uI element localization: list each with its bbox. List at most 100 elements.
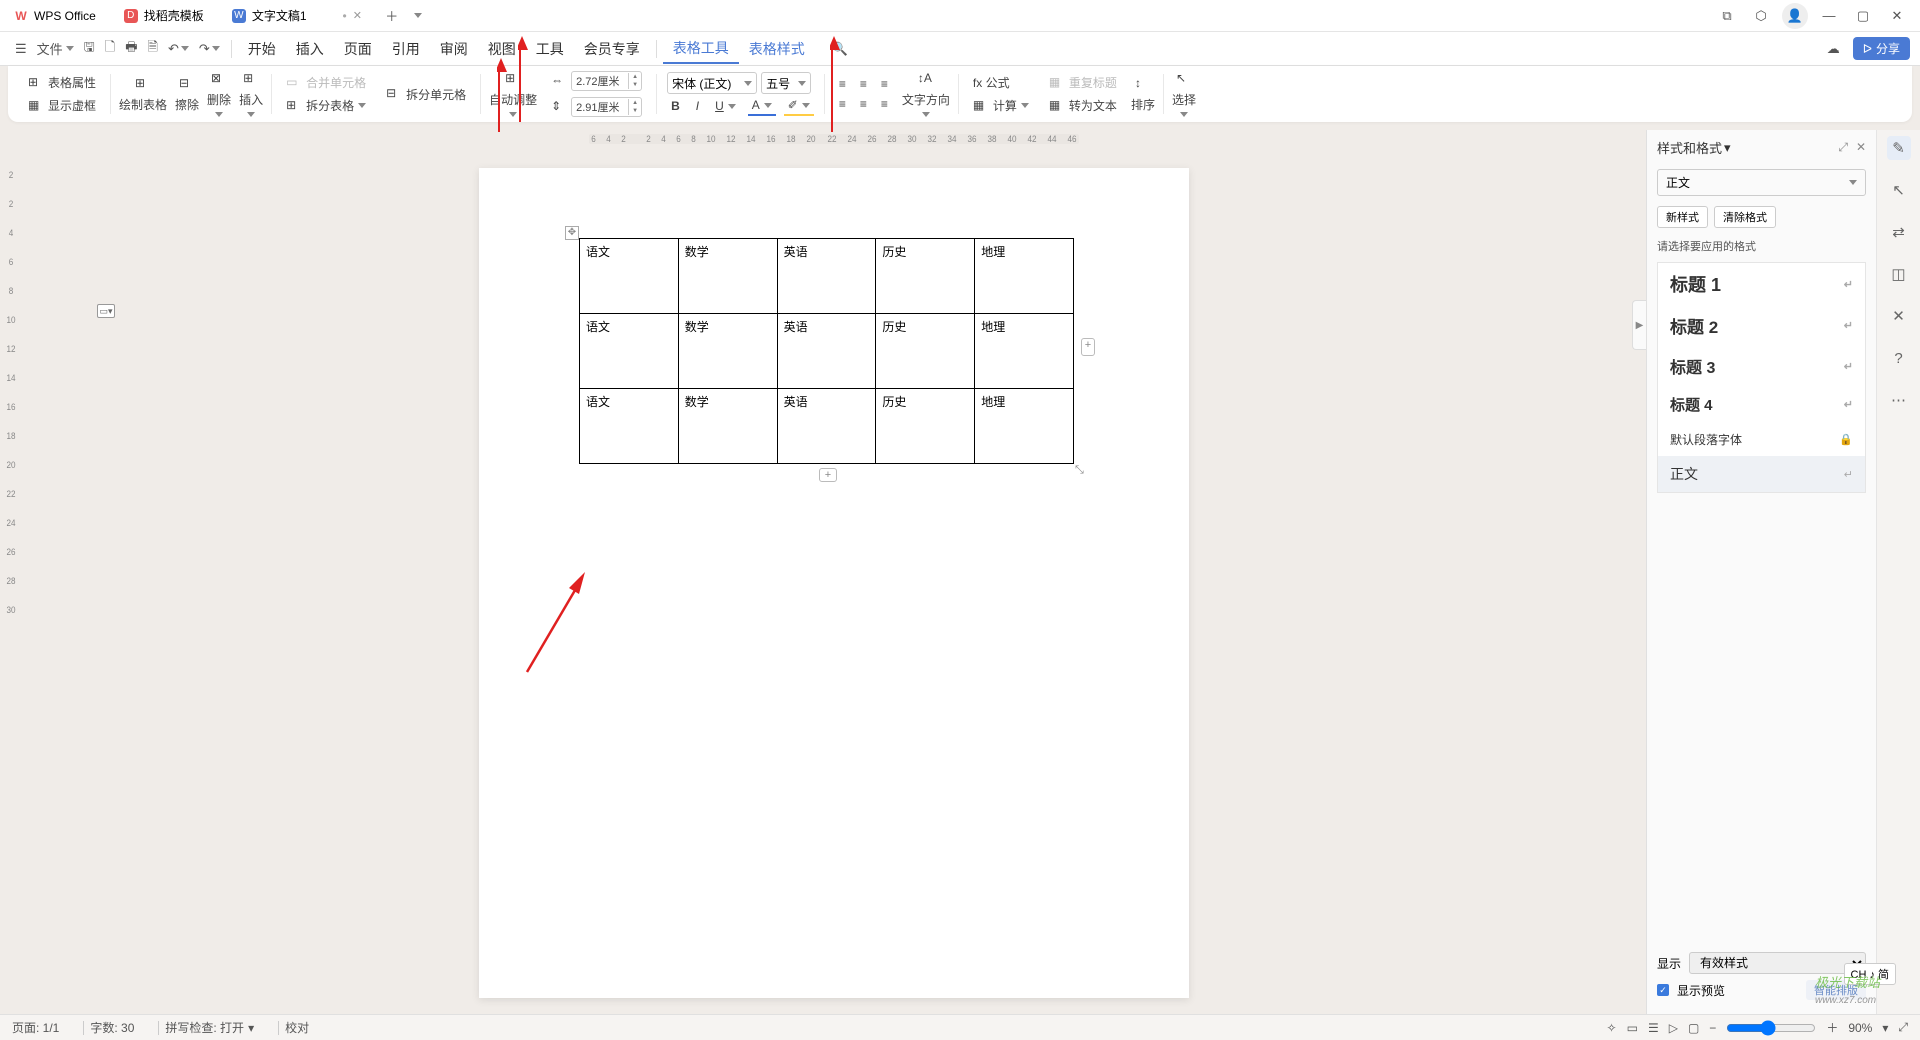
menu-table-style[interactable]: 表格样式 (739, 35, 815, 63)
save-icon[interactable]: 🖫 (79, 38, 100, 60)
zoom-value[interactable]: 90% (1848, 1021, 1872, 1035)
maximize-button[interactable]: ▢ (1850, 3, 1876, 29)
autofit-button[interactable]: ⊞自动调整 (485, 69, 541, 119)
calculate-button[interactable]: ▦计算 (969, 95, 1033, 116)
highlight-button[interactable]: ✐ (784, 96, 814, 116)
redo-button[interactable]: ↷ (194, 41, 225, 57)
export-icon[interactable]: 🗎 (142, 38, 162, 60)
view-web-icon[interactable]: ▢ (1688, 1021, 1699, 1035)
print-icon[interactable]: 🖶 (120, 38, 142, 60)
menu-insert[interactable]: 插入 (286, 35, 334, 63)
align-top-button[interactable]: ≡ (835, 75, 850, 93)
underline-button[interactable]: U (711, 97, 740, 115)
tab-templates[interactable]: D 找稻壳模板 (112, 3, 216, 29)
select-tool-icon[interactable]: ↖ (1887, 178, 1911, 202)
view-outline-icon[interactable]: ☰ (1648, 1021, 1659, 1035)
document-table[interactable]: 语文数学英语历史地理语文数学英语历史地理语文数学英语历史地理 (579, 238, 1074, 464)
app-tab[interactable]: W WPS Office (2, 3, 108, 29)
row-height-control[interactable]: ⇕2.91厘米▲▼ (547, 95, 646, 119)
avatar-icon[interactable]: 👤 (1782, 3, 1808, 29)
table-cell[interactable]: 语文 (580, 239, 679, 314)
row-selector-handle[interactable]: ▭▾ (97, 304, 115, 318)
align-center-button[interactable]: ≡ (856, 95, 871, 113)
show-gridlines-button[interactable]: ▦显示虚框 (24, 95, 100, 116)
menu-table-tools[interactable]: 表格工具 (663, 34, 739, 64)
delete-button[interactable]: ⊠删除 (203, 69, 235, 119)
sort-button[interactable]: ↕排序 (1127, 74, 1159, 115)
add-tab-button[interactable]: ＋ (379, 3, 405, 29)
document-page[interactable]: ✥ 语文数学英语历史地理语文数学英语历史地理语文数学英语历史地理 + + ⤡ (479, 168, 1189, 998)
clear-format-button[interactable]: 清除格式 (1714, 206, 1776, 228)
zoom-in-button[interactable]: ＋ (1826, 1019, 1838, 1036)
close-tab-icon[interactable]: ✕ (353, 9, 365, 22)
table-cell[interactable]: 历史 (876, 389, 975, 464)
font-family-select[interactable]: 宋体 (正文) (667, 72, 757, 94)
add-column-button[interactable]: + (1081, 338, 1095, 356)
style-item[interactable]: 默认段落字体🔒 (1658, 423, 1865, 456)
close-panel-icon[interactable]: ✕ (1856, 140, 1866, 155)
eraser-button[interactable]: ⊟擦除 (171, 74, 203, 115)
table-cell[interactable]: 历史 (876, 239, 975, 314)
preview-checkbox[interactable]: ✓ (1657, 984, 1669, 996)
align-bottom-button[interactable]: ≡ (877, 75, 892, 93)
style-item[interactable]: 标题 2↵ (1658, 305, 1865, 346)
current-style-select[interactable]: 正文 (1657, 169, 1866, 196)
draw-table-button[interactable]: ⊞绘制表格 (115, 74, 171, 115)
table-cell[interactable]: 英语 (777, 314, 876, 389)
close-window-button[interactable]: ✕ (1884, 3, 1910, 29)
view-print-icon[interactable]: ▭ (1627, 1021, 1638, 1035)
table-move-handle[interactable]: ✥ (565, 226, 579, 240)
file-menu[interactable]: 文件 (32, 39, 79, 58)
to-text-button[interactable]: ▦转为文本 (1045, 95, 1121, 116)
fullscreen-icon[interactable]: ⤢ (1898, 1020, 1908, 1035)
menu-member[interactable]: 会员专享 (574, 35, 650, 63)
print-preview-icon[interactable]: 🗋 (100, 38, 120, 60)
font-size-select[interactable]: 五号 (761, 72, 811, 94)
table-cell[interactable]: 数学 (678, 239, 777, 314)
italic-button[interactable]: I (692, 97, 703, 115)
style-item[interactable]: 正文↵ (1658, 456, 1865, 492)
cube-icon[interactable]: ⬡ (1748, 3, 1774, 29)
spellcheck-status[interactable]: 拼写检查: 打开 ▾ (165, 1019, 254, 1036)
formula-button[interactable]: fx 公式 (969, 72, 1033, 93)
insert-button[interactable]: ⊞插入 (235, 69, 267, 119)
tab-document[interactable]: W 文字文稿1 • ✕ (220, 3, 377, 29)
table-cell[interactable]: 地理 (975, 314, 1074, 389)
table-cell[interactable]: 语文 (580, 314, 679, 389)
align-right-button[interactable]: ≡ (877, 95, 892, 113)
font-color-button[interactable]: A (748, 96, 776, 116)
settings-tool-icon[interactable]: ⇄ (1887, 220, 1911, 244)
select-button[interactable]: ↖选择 (1168, 69, 1200, 119)
table-cell[interactable]: 历史 (876, 314, 975, 389)
menu-start[interactable]: 开始 (238, 35, 286, 63)
table-cell[interactable]: 地理 (975, 389, 1074, 464)
proofing-button[interactable]: 校对 (285, 1019, 309, 1036)
table-cell[interactable]: 数学 (678, 314, 777, 389)
menu-view[interactable]: 视图 (478, 35, 526, 63)
split-table-button[interactable]: ⊞拆分表格 (282, 95, 370, 116)
table-cell[interactable]: 数学 (678, 389, 777, 464)
new-style-button[interactable]: 新样式 (1657, 206, 1708, 228)
align-left-button[interactable]: ≡ (835, 95, 850, 113)
style-item[interactable]: 标题 4↵ (1658, 386, 1865, 423)
search-icon[interactable]: 🔍 (827, 41, 853, 57)
more-tool-icon[interactable]: ⋯ (1887, 388, 1911, 412)
bold-button[interactable]: B (667, 97, 684, 115)
table-properties-button[interactable]: ⊞表格属性 (24, 72, 100, 93)
menu-tools[interactable]: 工具 (526, 35, 574, 63)
multiwin-icon[interactable]: ⧉ (1714, 3, 1740, 29)
zoom-out-button[interactable]: − (1709, 1021, 1716, 1035)
cloud-sync-icon[interactable]: ☁ (1822, 41, 1845, 57)
menu-toggle-icon[interactable]: ☰ (10, 41, 32, 57)
minimize-button[interactable]: — (1816, 3, 1842, 29)
menu-reference[interactable]: 引用 (382, 35, 430, 63)
undo-button[interactable]: ↶ (163, 41, 194, 57)
table-cell[interactable]: 英语 (777, 239, 876, 314)
table-cell[interactable]: 地理 (975, 239, 1074, 314)
link-tool-icon[interactable]: ✕ (1887, 304, 1911, 328)
table-resize-handle[interactable]: ⤡ (1075, 464, 1089, 478)
zoom-slider[interactable] (1726, 1020, 1816, 1036)
help-tool-icon[interactable]: ? (1887, 346, 1911, 370)
collapse-sidepanel-button[interactable]: ▶ (1632, 300, 1646, 350)
view-read-icon[interactable]: ▷ (1669, 1021, 1678, 1035)
